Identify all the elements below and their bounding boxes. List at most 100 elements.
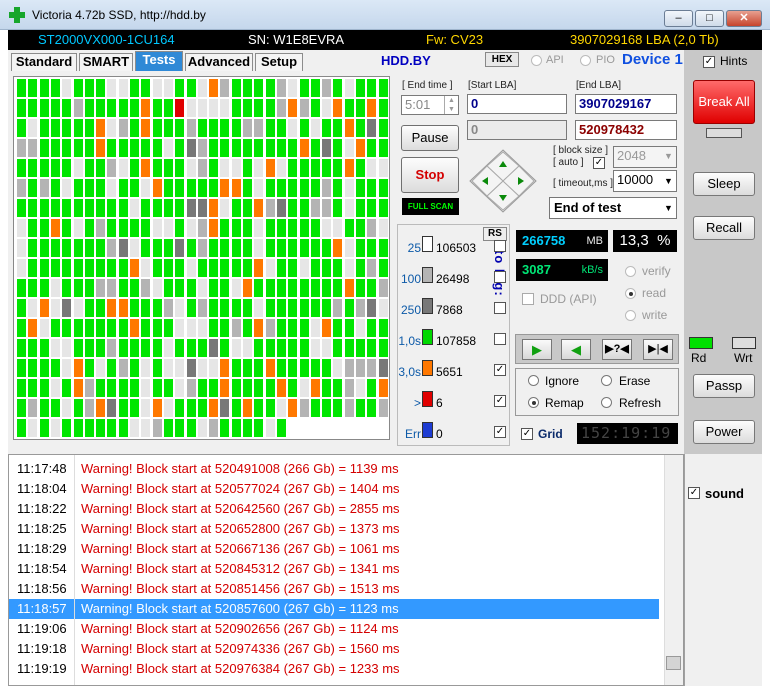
tab-standard[interactable]: Standard: [11, 53, 77, 71]
scan-block: [28, 99, 38, 117]
log-row[interactable]: 11:19:19 Warning! Block start at 52097638…: [9, 659, 659, 679]
passp-button[interactable]: Passp: [693, 374, 755, 398]
seek-end-icon[interactable]: ▶|◀: [643, 339, 673, 360]
scan-block: [333, 99, 343, 117]
scan-block: [378, 99, 388, 117]
scan-block: [299, 159, 309, 177]
scan-block: [276, 119, 286, 137]
api-radio[interactable]: [531, 55, 542, 66]
scan-block: [288, 259, 298, 277]
tab-setup[interactable]: Setup: [255, 53, 303, 71]
tab-smart[interactable]: SMART: [79, 53, 133, 71]
log-scroll-thumb[interactable]: [666, 656, 681, 670]
scan-block: [299, 139, 309, 157]
scan-block: [62, 379, 72, 397]
play-icon[interactable]: ▶: [522, 339, 552, 360]
ignore-label: Ignore: [545, 374, 580, 388]
scan-block: [243, 419, 252, 437]
log-row[interactable]: 11:19:06 Warning! Block start at 52090265…: [9, 619, 659, 639]
scan-block: [175, 319, 185, 337]
log-message: Warning! Block start at 520902656 (267 G…: [81, 621, 399, 636]
stat-color-swatch: [422, 391, 433, 407]
skip-unknown-icon[interactable]: ▶?◀: [602, 339, 632, 360]
scan-block: [107, 139, 117, 157]
close-button[interactable]: ✕: [726, 10, 762, 27]
log-row[interactable]: 11:18:56 Warning! Block start at 52085145…: [9, 579, 659, 599]
scan-block: [118, 139, 128, 157]
pio-radio[interactable]: [580, 55, 591, 66]
reset-stats-button[interactable]: RS: [483, 227, 507, 241]
stat-log-checkbox[interactable]: [494, 333, 506, 345]
minimize-button[interactable]: –: [664, 10, 693, 27]
scan-block: [243, 219, 252, 237]
log-row[interactable]: 11:18:29 Warning! Block start at 52066713…: [9, 539, 659, 559]
verify-radio[interactable]: [625, 266, 636, 277]
grid-checkbox[interactable]: ✓: [521, 428, 533, 440]
device-label[interactable]: Device 1: [622, 51, 683, 68]
log-row[interactable]: 11:18:25 Warning! Block start at 52065280…: [9, 519, 659, 539]
scan-block: [84, 219, 94, 237]
stat-log-checkbox[interactable]: ✓: [494, 364, 506, 376]
hex-button[interactable]: HEX: [485, 52, 519, 67]
scan-block: [220, 199, 230, 217]
rewind-icon[interactable]: ◀: [561, 339, 591, 360]
scan-block: [344, 299, 354, 317]
log-row[interactable]: 11:18:22 Warning! Block start at 52064256…: [9, 499, 659, 519]
write-radio[interactable]: [625, 310, 636, 321]
refresh-radio[interactable]: [601, 397, 612, 408]
read-radio[interactable]: [625, 288, 636, 299]
end-of-test-select[interactable]: End of test: [549, 197, 677, 219]
stat-log-checkbox[interactable]: ✓: [494, 426, 506, 438]
ddd-api-checkbox[interactable]: [522, 293, 534, 305]
scan-block: [96, 159, 106, 177]
scan-block: [50, 259, 60, 277]
log-list[interactable]: 11:17:48 Warning! Block start at 52049100…: [8, 454, 684, 686]
ignore-radio[interactable]: [528, 375, 539, 386]
auto-checkbox[interactable]: ✓: [593, 157, 605, 169]
progress-percent: 13,3 %: [613, 230, 677, 252]
stat-log-checkbox[interactable]: [494, 302, 506, 314]
scan-block: [28, 119, 38, 137]
scan-block: [28, 79, 38, 97]
hdd-by-link[interactable]: HDD.BY: [381, 53, 431, 68]
scan-block: [96, 359, 106, 377]
stat-log-checkbox[interactable]: ✓: [494, 395, 506, 407]
scan-block: [96, 299, 106, 317]
scan-block: [163, 379, 173, 397]
stat-log-checkbox[interactable]: [494, 271, 506, 283]
scan-block: [209, 359, 219, 377]
log-row[interactable]: 11:18:57 Warning! Block start at 52085760…: [9, 599, 659, 619]
start-lba-input[interactable]: 0: [467, 94, 567, 114]
erase-radio[interactable]: [601, 375, 612, 386]
log-row[interactable]: 11:17:48 Warning! Block start at 52049100…: [9, 459, 659, 479]
remap-radio[interactable]: [528, 397, 539, 408]
sleep-button[interactable]: Sleep: [693, 172, 755, 196]
log-row[interactable]: 11:18:04 Warning! Block start at 52057702…: [9, 479, 659, 499]
sound-label: sound: [705, 486, 744, 501]
scan-block: [356, 259, 365, 277]
tab-advanced[interactable]: Advanced: [185, 53, 253, 71]
power-button[interactable]: Power: [693, 420, 755, 444]
hints-checkbox[interactable]: ✓: [703, 56, 715, 68]
direction-pad[interactable]: [468, 148, 538, 214]
scan-block: [186, 279, 196, 297]
pause-button[interactable]: Pause: [401, 125, 459, 151]
log-row[interactable]: 11:18:54 Warning! Block start at 52084531…: [9, 559, 659, 579]
scan-block: [141, 319, 151, 337]
log-scrollbar[interactable]: [664, 455, 683, 685]
log-row[interactable]: 11:19:18 Warning! Block start at 52097433…: [9, 639, 659, 659]
end-time-spinner[interactable]: ▲ ▼: [444, 96, 458, 114]
maximize-button[interactable]: □: [695, 10, 724, 27]
recall-button[interactable]: Recall: [693, 216, 755, 240]
tab-tests[interactable]: Tests: [135, 51, 183, 71]
stat-count: 6: [436, 396, 443, 410]
end-lba-input[interactable]: 3907029167: [575, 94, 677, 114]
stat-log-checkbox[interactable]: [494, 240, 506, 252]
break-all-button[interactable]: Break All: [693, 80, 755, 124]
scan-block: [356, 399, 365, 417]
scan-block: [17, 279, 26, 297]
scan-block: [265, 199, 275, 217]
stop-button[interactable]: Stop: [401, 157, 459, 193]
sound-checkbox[interactable]: ✓: [688, 487, 700, 499]
log-message: Warning! Block start at 520577024 (267 G…: [81, 481, 400, 496]
